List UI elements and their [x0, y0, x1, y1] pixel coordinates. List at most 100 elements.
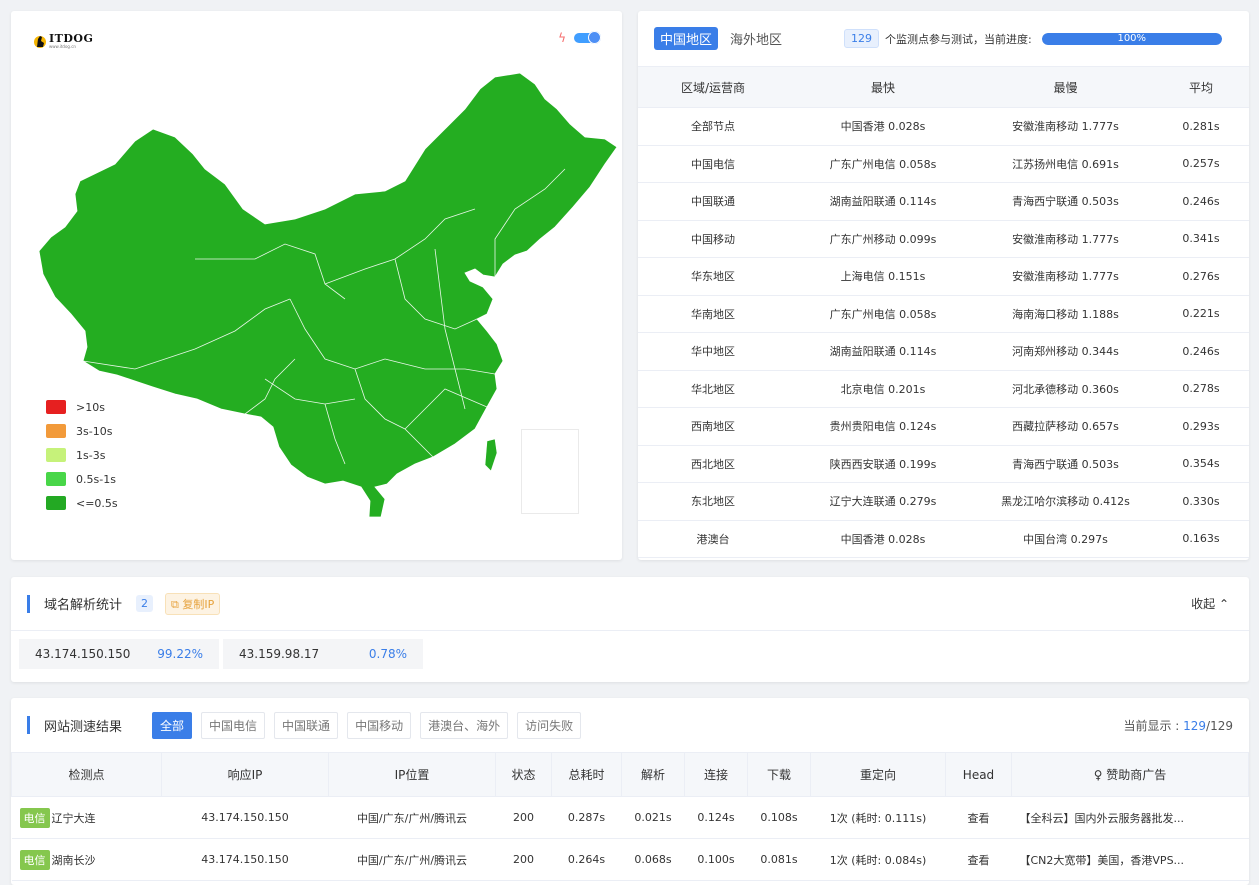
table-row: 华北地区 北京电信 0.201s 河北承德移动 0.360s 0.278s: [638, 370, 1249, 408]
cell-region: 华东地区: [638, 257, 788, 296]
dns-ip-item[interactable]: 43.159.98.17 0.78%: [223, 639, 423, 669]
cell-connect-time: 0.124s: [684, 796, 748, 839]
cell-slowest: 青海西宁联通 0.503s: [978, 445, 1153, 483]
table-row: 电信 辽宁大连 43.174.150.150 中国/广东/广州/腾讯云 200 0.287…: [11, 796, 1249, 839]
col-redirect: 重定向: [810, 752, 946, 797]
table-row: 华东地区 上海电信 0.151s 安徽淮南移动 1.777s 0.276s: [638, 257, 1249, 296]
cell-average: 0.246s: [1153, 182, 1249, 221]
cell-region: 港澳台: [638, 520, 788, 558]
cell-slowest: 海南海口移动 1.188s: [978, 295, 1153, 333]
filter-unicom[interactable]: 中国联通: [274, 711, 339, 739]
cell-dns-time: 0.068s: [621, 838, 685, 881]
cell-slowest: 安徽淮南移动 1.777s: [978, 107, 1153, 146]
col-download-time: 下载: [747, 752, 811, 797]
col-connect-time: 连接: [684, 752, 748, 797]
speed-results-panel: 网站测速结果 全部 中国电信 中国联通 中国移动 港澳台、海外 访问失败 当前显…: [11, 698, 1249, 885]
cell-fastest: 上海电信 0.151s: [788, 257, 978, 296]
table-header-row: 检测点 响应IP IP位置 状态 总耗时 解析 连接 下载 重定向 Head ♀…: [11, 752, 1249, 797]
cell-fastest: 陕西西安联通 0.199s: [788, 445, 978, 483]
cell-fastest: 中国香港 0.028s: [788, 107, 978, 146]
copy-ip-button[interactable]: ⧉ 复制IP: [165, 592, 221, 615]
cell-slowest: 中国台湾 0.297s: [978, 520, 1153, 558]
dns-ip-item[interactable]: 43.174.150.150 99.22%: [19, 639, 219, 669]
tab-overseas[interactable]: 海外地区: [724, 27, 788, 50]
summary-toolbar: 中国地区 海外地区 129 个监测点参与测试，当前进度: 100%: [638, 11, 1249, 66]
section-accent: [27, 594, 30, 613]
cell-average: 0.330s: [1153, 482, 1249, 521]
filter-telecom[interactable]: 中国电信: [201, 711, 266, 739]
cell-region: 中国电信: [638, 145, 788, 183]
cell-average: 0.221s: [1153, 295, 1249, 333]
map-toggle-switch[interactable]: [574, 31, 601, 44]
cell-fastest: 广东广州移动 0.099s: [788, 220, 978, 258]
cell-slowest: 江苏扬州电信 0.691s: [978, 145, 1153, 183]
cell-node: 电信 辽宁大连: [11, 796, 162, 839]
legend-item: 1s-3s: [46, 443, 118, 467]
col-dns-time: 解析: [621, 752, 685, 797]
col-response-ip: 响应IP: [161, 752, 329, 797]
cell-slowest: 河北承德移动 0.360s: [978, 370, 1153, 408]
table-header-row: 区域/运营商 最快 最慢 平均: [638, 66, 1249, 108]
cell-response-ip: 43.174.150.150: [161, 796, 329, 839]
legend-swatch: [46, 400, 66, 414]
legend-label: 3s-10s: [76, 424, 113, 438]
filter-hk-overseas[interactable]: 港澳台、海外: [420, 711, 509, 739]
cell-fastest: 湖南益阳联通 0.114s: [788, 332, 978, 371]
copy-ip-label: 复制IP: [182, 597, 215, 611]
region-summary-table: 区域/运营商 最快 最慢 平均 全部节点 中国香港 0.028s 安徽淮南移动 1.…: [638, 66, 1249, 558]
cell-region: 中国移动: [638, 220, 788, 258]
tab-china[interactable]: 中国地区: [654, 27, 719, 50]
cell-average: 0.163s: [1153, 520, 1249, 558]
section-accent: [27, 716, 30, 734]
cell-average: 0.278s: [1153, 370, 1249, 408]
view-head-link[interactable]: 查看: [945, 838, 1012, 881]
cell-status: 200: [495, 838, 552, 881]
sponsor-ad-link[interactable]: 【全科云】国内外云服务器批发...: [1011, 796, 1249, 839]
cell-ip-location: 中国/广东/广州/腾讯云: [328, 838, 496, 881]
cell-slowest: 黑龙江哈尔滨移动 0.412s: [978, 482, 1153, 521]
filter-failed[interactable]: 访问失败: [517, 711, 582, 739]
cell-fastest: 辽宁大连联通 0.279s: [788, 482, 978, 521]
col-node: 检测点: [11, 752, 162, 797]
table-row: 西南地区 贵州贵阳电信 0.124s 西藏拉萨移动 0.657s 0.293s: [638, 407, 1249, 446]
dog-logo-icon: [34, 36, 46, 48]
taiwan-shape[interactable]: [484, 438, 498, 472]
isp-badge: 电信: [19, 849, 50, 870]
cell-fastest: 中国香港 0.028s: [788, 520, 978, 558]
south-sea-islands: [377, 504, 381, 510]
map-legend: >10s 3s-10s 1s-3s 0.5s-1s <=0.5s: [46, 395, 118, 515]
view-head-link[interactable]: 查看: [945, 796, 1012, 839]
sponsor-ad-link[interactable]: 【CN2大宽带】美国，香港VPS...: [1011, 838, 1249, 881]
filter-all[interactable]: 全部: [152, 711, 193, 739]
cell-fastest: 贵州贵阳电信 0.124s: [788, 407, 978, 446]
cell-status: 200: [495, 796, 552, 839]
filter-mobile[interactable]: 中国移动: [347, 711, 412, 739]
shown-current: 129: [1183, 718, 1207, 733]
table-row: 中国移动 广东广州移动 0.099s 安徽淮南移动 1.777s 0.341s: [638, 220, 1249, 258]
col-total-time: 总耗时: [551, 752, 622, 797]
cell-average: 0.276s: [1153, 257, 1249, 296]
dns-title: 域名解析统计: [44, 598, 123, 613]
table-row: 中国联通 湖南益阳联通 0.114s 青海西宁联通 0.503s 0.246s: [638, 182, 1249, 221]
table-row: 中国电信 广东广州电信 0.058s 江苏扬州电信 0.691s 0.257s: [638, 145, 1249, 183]
legend-swatch: [46, 424, 66, 438]
shown-total: 129: [1210, 718, 1233, 733]
cell-download-time: 0.081s: [747, 838, 811, 881]
map-toggle-group: ϟ: [558, 31, 601, 45]
cell-region: 西北地区: [638, 445, 788, 483]
cell-download-time: 0.108s: [747, 796, 811, 839]
legend-item: 3s-10s: [46, 419, 118, 443]
cell-average: 0.293s: [1153, 407, 1249, 446]
progress-bar: 100%: [1041, 32, 1222, 45]
south-sea-inset: [521, 429, 579, 514]
cell-average: 0.341s: [1153, 220, 1249, 258]
cell-region: 华中地区: [638, 332, 788, 371]
isp-badge: 电信: [19, 807, 50, 828]
legend-label: <=0.5s: [76, 496, 118, 510]
cell-average: 0.281s: [1153, 107, 1249, 146]
cell-redirect: 1次 (耗时: 0.084s): [810, 838, 946, 881]
cell-redirect: 1次 (耗时: 0.111s): [810, 796, 946, 839]
collapse-button[interactable]: 收起 ⌃: [1191, 595, 1229, 612]
speed-header: 网站测速结果 全部 中国电信 中国联通 中国移动 港澳台、海外 访问失败 当前显…: [11, 698, 1249, 752]
legend-label: >10s: [76, 400, 105, 414]
